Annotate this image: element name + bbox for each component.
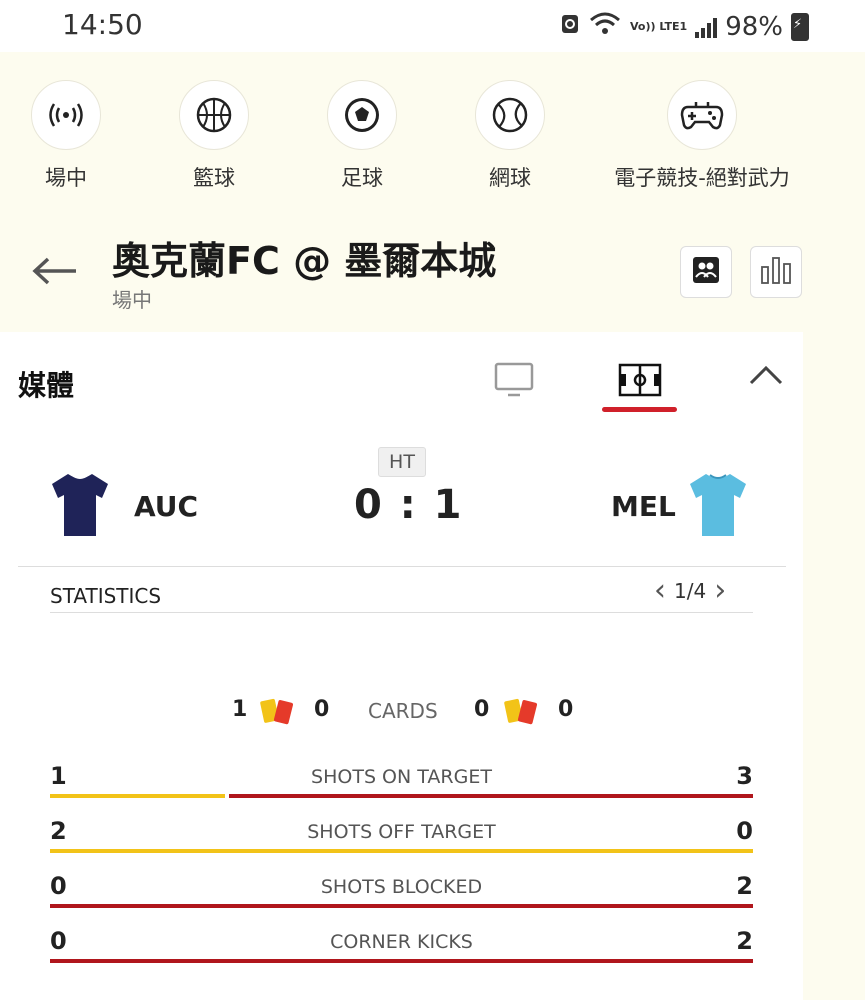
away-team-code: MEL	[611, 490, 676, 523]
media-panel: 媒體 HT AUC 0 : 1 MEL STATISTICS ‹ 1/4 › 1…	[0, 332, 803, 1000]
gamepad-icon	[667, 80, 737, 150]
category-label: 場中	[45, 166, 87, 190]
chevron-up-icon[interactable]	[746, 356, 786, 396]
away-stat-bar	[50, 904, 753, 908]
chevron-left-icon[interactable]: ‹	[654, 576, 666, 606]
sport-category-nav: 場中 籃球 足球 網球 電子競技-絕對武力	[0, 52, 865, 202]
away-stat-value: 2	[736, 927, 753, 955]
away-stat-value: 2	[736, 872, 753, 900]
home-team-code: AUC	[134, 490, 199, 523]
live-broadcast-icon	[31, 80, 101, 150]
category-label: 電子競技-絕對武力	[614, 166, 790, 190]
stat-bar	[50, 794, 753, 798]
page-title: 奧克蘭FC @ 墨爾本城	[112, 239, 497, 283]
category-label: 籃球	[193, 166, 235, 190]
stats-pager: ‹ 1/4 ›	[654, 576, 726, 606]
cards-icon	[500, 697, 544, 727]
stats-chart-button[interactable]	[750, 246, 802, 298]
chevron-right-icon[interactable]: ›	[714, 576, 726, 606]
stat-label: SHOTS OFF TARGET	[307, 821, 496, 843]
page-indicator: 1/4	[674, 579, 707, 603]
stat-label: CORNER KICKS	[330, 931, 473, 953]
soccer-ball-icon	[327, 80, 397, 150]
back-arrow-icon[interactable]	[30, 250, 78, 296]
away-yellow-cards: 0	[474, 697, 490, 722]
stat-label: SHOTS ON TARGET	[311, 766, 492, 788]
cards-stat: 1 0 CARDS 0 0	[0, 697, 803, 727]
home-red-cards: 0	[314, 697, 330, 722]
match-header: 奧克蘭FC @ 墨爾本城 場中	[0, 220, 865, 330]
media-heading: 媒體	[18, 369, 75, 402]
category-tennis[interactable]: 網球	[400, 80, 620, 192]
statistics-heading: STATISTICS	[50, 584, 162, 608]
bar-chart-icon	[759, 255, 793, 289]
basketball-icon	[179, 80, 249, 150]
cards-icon	[256, 697, 300, 727]
lte-indicator: Vo)) LTE1	[629, 20, 688, 33]
category-label: 網球	[489, 166, 531, 190]
stat-row-corner-kicks: 0 CORNER KICKS 2	[50, 927, 753, 967]
divider	[18, 566, 786, 567]
match-status-badge: HT	[378, 447, 426, 477]
away-stat-value: 3	[736, 762, 753, 790]
cards-label: CARDS	[368, 699, 438, 723]
match-score: 0 : 1	[354, 482, 464, 528]
soccer-field-icon	[618, 363, 662, 401]
away-red-cards: 0	[558, 697, 574, 722]
stat-bar	[50, 849, 753, 853]
home-stat-bar	[50, 849, 753, 853]
signal-icon	[695, 16, 718, 38]
tab-pitch[interactable]	[602, 352, 678, 412]
stat-row-shots-blocked: 0 SHOTS BLOCKED 2	[50, 872, 753, 912]
tennis-ball-icon	[475, 80, 545, 150]
people-icon	[691, 255, 721, 289]
home-stat-bar	[50, 794, 225, 798]
tab-video[interactable]	[476, 352, 552, 412]
away-stat-bar	[50, 959, 753, 963]
stat-bar	[50, 904, 753, 908]
home-shirt-icon	[50, 470, 110, 540]
category-esports[interactable]: 電子競技-絕對武力	[592, 80, 812, 192]
stat-row-shots-on-target: 1 SHOTS ON TARGET 3	[50, 762, 753, 802]
category-label: 足球	[341, 166, 383, 190]
away-stat-value: 0	[736, 817, 753, 845]
home-yellow-cards: 1	[232, 697, 248, 722]
stat-bar	[50, 959, 753, 963]
status-bar: 14:50 Vo)) LTE1 98%	[0, 0, 865, 52]
stat-label: SHOTS BLOCKED	[320, 876, 483, 898]
page-subtitle: 場中	[112, 288, 152, 312]
lineup-button[interactable]	[680, 246, 732, 298]
stat-row-shots-off-target: 2 SHOTS OFF TARGET 0	[50, 817, 753, 857]
divider	[50, 612, 753, 613]
recycle-icon	[560, 11, 580, 42]
away-stat-bar	[229, 794, 753, 798]
battery-percent: 98%	[725, 11, 783, 42]
battery-icon	[791, 12, 809, 41]
monitor-icon	[492, 361, 536, 403]
away-shirt-icon	[688, 470, 748, 540]
wifi-icon	[588, 10, 622, 43]
status-time: 14:50	[62, 8, 143, 41]
status-icons: Vo)) LTE1 98%	[560, 10, 809, 43]
active-tab-indicator	[602, 407, 677, 412]
